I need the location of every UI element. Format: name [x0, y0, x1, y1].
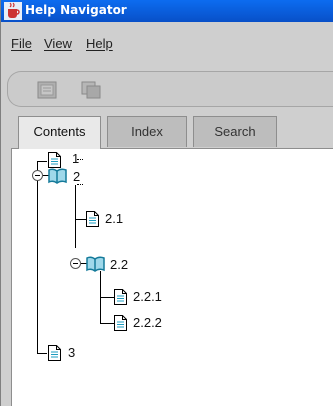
print-icon[interactable]: [80, 80, 102, 100]
tree-node-label: 2.2.2: [133, 315, 162, 330]
tree-line-1: [37, 161, 47, 162]
document-icon: [48, 152, 61, 168]
tree-line-2-2-2: [100, 323, 114, 324]
tab-search[interactable]: Search: [193, 116, 277, 147]
help-navigator-window: Help Navigator File View Help Index Sear…: [0, 0, 333, 406]
tree-line-3: [37, 353, 47, 354]
tree-line-2-2-1: [100, 297, 114, 298]
tab-contents[interactable]: Contents: [18, 116, 101, 149]
menu-bar: File View Help: [1, 36, 333, 56]
menu-file[interactable]: File: [11, 36, 32, 51]
tab-index[interactable]: Index: [107, 116, 187, 147]
document-icon: [114, 315, 127, 331]
tree-node-label: 3: [68, 345, 76, 360]
menu-view[interactable]: View: [44, 36, 72, 51]
document-icon: [48, 345, 61, 361]
tree-node-label: 1: [72, 151, 80, 166]
tree-line-2-1: [75, 219, 86, 220]
title-bar[interactable]: Help Navigator: [1, 0, 333, 22]
document-icon: [86, 211, 99, 227]
contents-tree-panel: 1 2 2.1 2.2 2.2.1 2.2.2 3: [11, 148, 333, 406]
tree-node-label: 2.2: [110, 257, 129, 272]
menu-help[interactable]: Help: [86, 36, 113, 51]
open-book-icon: [48, 168, 67, 184]
tree-dots-1: [77, 184, 83, 185]
toolbar: [7, 71, 333, 107]
collapse-toggle-icon[interactable]: [32, 170, 43, 181]
document-icon: [114, 289, 127, 305]
window-title: Help Navigator: [25, 3, 127, 17]
tree-node-label: 2: [73, 169, 81, 184]
open-book-icon: [86, 256, 105, 272]
back-icon[interactable]: [36, 80, 58, 100]
tree-line-2-children: [75, 185, 76, 248]
collapse-toggle-icon[interactable]: [70, 258, 81, 269]
tree-node-label: 2.2.1: [133, 289, 162, 304]
java-cup-icon: [4, 2, 22, 20]
tree-node-label: 2.1: [105, 211, 124, 226]
tree-root-line: [37, 161, 38, 353]
